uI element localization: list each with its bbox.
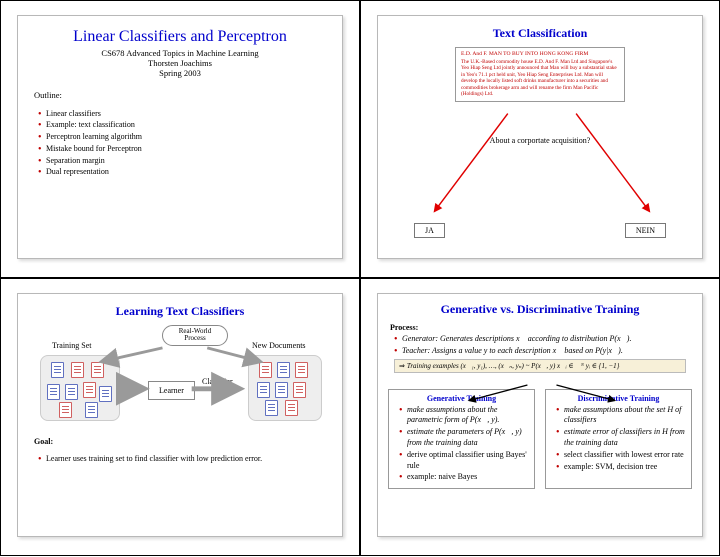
ja-box: JA xyxy=(414,223,445,238)
slide-4-panel: Generative vs. Discriminative Training P… xyxy=(377,293,703,537)
slide-1-panel: Linear Classifiers and Perceptron CS678 … xyxy=(17,15,343,259)
doc-icon xyxy=(259,362,272,378)
list-item: Mistake bound for Perceptron xyxy=(38,144,326,155)
list-item: make assumptions about the set H of clas… xyxy=(556,405,685,427)
slide-2-title: Text Classification xyxy=(394,26,686,41)
classifier-label: Classifier xyxy=(202,377,233,386)
slide-1: Linear Classifiers and Perceptron CS678 … xyxy=(0,0,360,278)
list-item: Dual representation xyxy=(38,167,326,178)
realworld-label: Real-World Process xyxy=(179,327,211,342)
training-set-label: Training Set xyxy=(52,341,92,350)
learner-label: Learner xyxy=(159,386,184,395)
news-box: E.D. And F. MAN TO BUY INTO HONG KONG FI… xyxy=(455,47,625,102)
doc-icon xyxy=(257,382,270,398)
doc-icon xyxy=(275,382,288,398)
list-item: Example: text classification xyxy=(38,120,326,131)
slide-3: Learning Text Classifiers Real-World Pro… xyxy=(0,278,360,556)
slide-4: Generative vs. Discriminative Training P… xyxy=(360,278,720,556)
slide-3-panel: Learning Text Classifiers Real-World Pro… xyxy=(17,293,343,537)
arrow-left-icon xyxy=(435,114,508,212)
training-examples-box: ⇒ Training examples (x⃗₁, y₁), …, (x⃗ₙ, … xyxy=(394,359,686,373)
new-docs-label: New Documents xyxy=(252,341,306,350)
list-item: estimate the parameters of P(x⃗, y) from… xyxy=(399,427,528,449)
realworld-node: Real-World Process xyxy=(162,325,228,346)
doc-icon xyxy=(71,362,84,378)
list-item: select classifier with lowest error rate xyxy=(556,450,685,461)
doc-icon xyxy=(277,362,290,378)
slide-4-title: Generative vs. Discriminative Training xyxy=(388,302,692,317)
process-label: Process: xyxy=(390,323,692,332)
discriminative-box: Discriminative Training make assumptions… xyxy=(545,389,692,490)
goal-label: Goal: xyxy=(34,437,326,446)
doc-icon xyxy=(295,362,308,378)
doc-icon xyxy=(83,382,96,398)
doc-icon xyxy=(59,402,72,418)
list-item: Linear classifiers xyxy=(38,109,326,120)
slide-2: Text Classification E.D. And F. MAN TO B… xyxy=(360,0,720,278)
slide-1-term: Spring 2003 xyxy=(34,68,326,78)
training-boxes: Generative Training make assumptions abo… xyxy=(388,389,692,490)
diagram: Real-World Process Training Set New Docu… xyxy=(34,325,326,435)
slide-3-title: Learning Text Classifiers xyxy=(34,304,326,319)
doc-icon xyxy=(91,362,104,378)
doc-icon xyxy=(293,382,306,398)
doc-icon xyxy=(47,384,60,400)
doc-icon xyxy=(285,400,298,416)
list-item: make assumptions about the parametric fo… xyxy=(399,405,528,427)
process-list: Generator: Generates descriptions x⃗ acc… xyxy=(394,334,692,357)
doc-icon xyxy=(85,402,98,418)
training-docset xyxy=(40,355,120,421)
slide-1-course: CS678 Advanced Topics in Machine Learnin… xyxy=(34,48,326,58)
doc-icon xyxy=(65,384,78,400)
doc-icon xyxy=(265,400,278,416)
outline-label: Outline: xyxy=(34,90,326,100)
list-item: example: naive Bayes xyxy=(399,472,528,483)
news-body: The U.K.-Based commodity house E.D. And … xyxy=(461,59,619,98)
slide-grid: Linear Classifiers and Perceptron CS678 … xyxy=(0,0,720,557)
nein-box: NEIN xyxy=(625,223,666,238)
list-item: Generator: Generates descriptions x⃗ acc… xyxy=(394,334,692,345)
arrow-right-icon xyxy=(576,114,649,212)
generative-list: make assumptions about the parametric fo… xyxy=(399,405,528,484)
question-text: About a corportate acquisition? xyxy=(394,136,686,145)
outline-list: Linear classifiers Example: text classif… xyxy=(38,109,326,179)
newdocs-docset xyxy=(248,355,322,421)
slide-1-title: Linear Classifiers and Perceptron xyxy=(34,28,326,46)
slide-1-author: Thorsten Joachims xyxy=(34,58,326,68)
doc-icon xyxy=(99,386,112,402)
list-item: Learner uses training set to find classi… xyxy=(38,454,326,465)
discriminative-list: make assumptions about the set H of clas… xyxy=(556,405,685,473)
goal-list: Learner uses training set to find classi… xyxy=(38,454,326,465)
discriminative-title: Discriminative Training xyxy=(552,394,685,403)
list-item: Perceptron learning algorithm xyxy=(38,132,326,143)
generative-box: Generative Training make assumptions abo… xyxy=(388,389,535,490)
list-item: Teacher: Assigns a value y to each descr… xyxy=(394,346,692,357)
doc-icon xyxy=(51,362,64,378)
list-item: estimate error of classifiers in H from … xyxy=(556,427,685,449)
slide-2-panel: Text Classification E.D. And F. MAN TO B… xyxy=(377,15,703,259)
list-item: example: SVM, decision tree xyxy=(556,462,685,473)
news-headline: E.D. And F. MAN TO BUY INTO HONG KONG FI… xyxy=(461,51,619,58)
generative-title: Generative Training xyxy=(395,394,528,403)
list-item: derive optimal classifier using Bayes' r… xyxy=(399,450,528,472)
list-item: Separation margin xyxy=(38,156,326,167)
learner-node: Learner xyxy=(148,381,195,400)
